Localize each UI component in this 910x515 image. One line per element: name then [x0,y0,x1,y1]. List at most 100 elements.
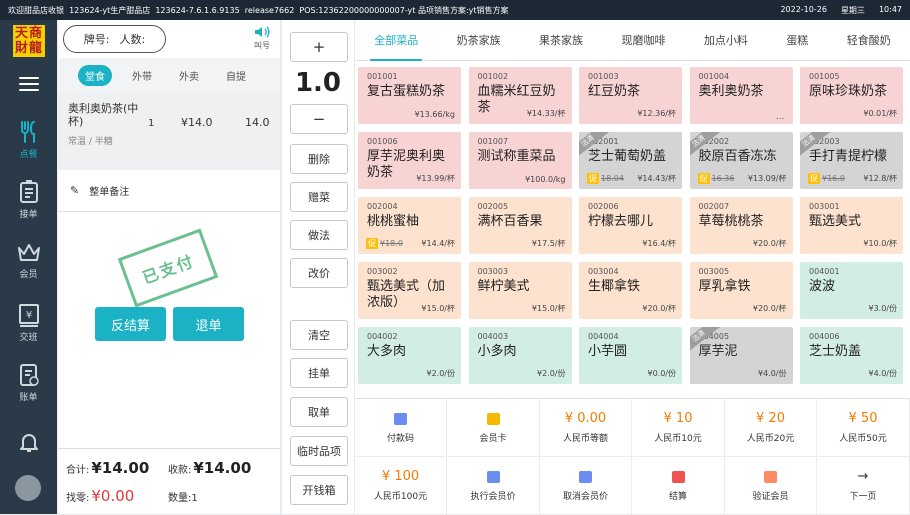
temp-item-button[interactable]: 临时品项 [290,436,348,466]
payment-option[interactable]: 取消会员价 [540,457,632,515]
product-name: 芝士奶盖 [809,344,862,359]
call-number-button[interactable]: 叫号 [254,26,270,51]
product-price: ¥10.0/杯 [863,239,897,248]
table-number-field[interactable]: 牌号: 人数: [63,25,166,53]
product-price: ¥12.8/杯 [863,174,897,183]
product-card[interactable]: 001002 血糯米红豆奶茶 ¥14.33/杯 [468,67,572,124]
product-price: ¥15.0/杯 [531,304,566,313]
payment-option[interactable]: ¥ 100 人民币100元 [355,457,447,515]
payment-option[interactable]: 会员卡 [447,399,540,457]
product-card[interactable]: 003004 生椰拿铁 ¥20.0/杯 [579,262,682,319]
tab-toppings[interactable]: 加点小料 [700,20,752,61]
payment-option[interactable]: ¥ 10 人民币10元 [632,399,725,457]
product-name: 波波 [809,279,836,294]
product-card[interactable]: 001005 原味珍珠奶茶 ¥0.01/杯 [800,67,903,124]
sidebar-item-bill[interactable]: 账单 [0,363,57,411]
table-label: 牌号: [83,33,110,46]
product-card[interactable]: 沽清 002001 芝士葡萄奶盖促 18.04 ¥14.43/杯 [579,132,682,189]
product-card[interactable]: 004004 小芋圆 ¥0.0/份 [579,327,682,384]
clear-button[interactable]: 清空 [290,320,348,350]
order-type-tabs: 堂食 外带 外卖 自提 [58,58,280,92]
change-value: ¥0.00 [91,487,135,505]
hamburger-menu-icon[interactable] [19,77,39,91]
product-card[interactable]: 004002 大多肉 ¥2.0/份 [358,327,461,384]
product-card[interactable]: 002005 满杯百香果 ¥17.5/杯 [468,197,572,254]
product-card[interactable]: 沽清 004005 厚芋泥 ¥4.0/份 [689,327,793,384]
sidebar-item-notify[interactable] [0,430,57,478]
payment-option[interactable]: 结算 [632,457,725,515]
product-card[interactable]: 004001 波波 ¥3.0/份 [800,262,903,319]
retrieve-order-button[interactable]: 取单 [290,397,348,427]
order-line-item[interactable]: 奥利奥奶茶(中杯) 1 ¥14.0 14.0 常温 / 半糖 [58,92,280,170]
payment-option[interactable]: ¥ 20 人民币20元 [725,399,817,457]
item-qty: 1 [148,118,155,129]
payment-option[interactable]: ¥ 0.00 人民币等额 [540,399,632,457]
product-card[interactable]: 004006 芝士奶盖 ¥4.0/份 [800,327,903,384]
product-name: 胶原百香冻冻 [698,149,777,164]
sidebar-item-shift[interactable]: ¥ 交班 [0,303,57,351]
product-card[interactable]: 沽清 002003 手打青提柠檬促 ¥16.0 ¥12.8/杯 [800,132,903,189]
tab-takeaway[interactable]: 外带 [125,65,159,86]
open-drawer-button[interactable]: 开钱箱 [290,475,348,505]
sidebar-nav: 天商 財龍 点餐 接单 会员 ¥ 交班 账单 [0,20,57,514]
sidebar-item-member[interactable]: 会员 [0,242,57,290]
product-card[interactable]: 003002 甄选美式（加浓版） ¥15.0/杯 [358,262,461,319]
product-name: 原味珍珠奶茶 [809,84,888,99]
tab-coffee[interactable]: 现磨咖啡 [617,20,669,61]
refund-button[interactable]: 退单 [173,307,244,341]
qr-pay-icon [394,413,407,425]
tab-milk-tea[interactable]: 奶茶家族 [453,20,505,61]
product-card[interactable]: 001003 红豆奶茶 ¥12.36/杯 [579,67,682,124]
payment-option[interactable]: ¥ 50 人民币50元 [817,399,910,457]
plan-text: 品项销售方案:yt销售方案 [417,5,509,15]
qty-plus-button[interactable]: + [290,32,348,62]
product-card[interactable]: 003003 鲜柠美式 ¥15.0/杯 [468,262,572,319]
tab-delivery[interactable]: 外卖 [172,65,206,86]
verify-member-icon [764,471,777,483]
product-card[interactable]: 001006 厚芋泥奥利奥奶茶 ¥13.99/杯 [358,132,461,189]
tab-cake[interactable]: 蛋糕 [782,20,812,61]
qty-minus-button[interactable]: − [290,104,348,134]
payment-label: 会员卡 [479,434,507,444]
product-card[interactable]: 002007 草莓桃桃茶 ¥20.0/杯 [689,197,793,254]
product-card[interactable]: 001007 测试称重菜品 ¥100.0/kg [468,132,572,189]
shift-icon: ¥ [18,304,39,327]
tab-dine-in[interactable]: 堂食 [78,64,112,86]
reverse-settle-button[interactable]: 反结算 [95,307,166,341]
pos-text: POS:12362200000000007-yt [299,5,416,15]
hold-order-button[interactable]: 挂单 [290,358,348,388]
gift-button[interactable]: 赠菜 [290,182,348,212]
product-card[interactable]: 002004 桃桃蜜柚促 ¥18.0 ¥14.4/杯 [358,197,461,254]
payment-label: 执行会员价 [470,492,516,502]
product-card[interactable]: 003005 厚乳拿铁 ¥20.0/杯 [689,262,793,319]
sidebar-item-receive[interactable]: 接单 [0,180,57,228]
method-button[interactable]: 做法 [290,220,348,250]
brand-logo: 天商 財龍 [13,25,45,57]
payment-amount: ¥ 0.00 [564,411,607,426]
product-price: ¥100.0/kg [525,175,566,184]
payment-option[interactable]: 付款码 [355,399,447,457]
product-card[interactable]: 003001 甄选美式 ¥10.0/杯 [800,197,903,254]
payment-option[interactable]: 执行会员价 [447,457,540,515]
tab-pickup[interactable]: 自提 [219,65,253,86]
order-note-button[interactable]: ✎ 整单备注 [58,170,280,212]
payment-option[interactable]: 验证会员 [725,457,817,515]
product-code: 001001 [367,72,398,81]
product-card[interactable]: 004003 小多肉 ¥2.0/份 [468,327,572,384]
sidebar-item-order[interactable]: 点餐 [0,120,57,168]
product-card[interactable]: 002006 柠檬去哪儿 ¥16.4/杯 [579,197,682,254]
delete-button[interactable]: 删除 [290,144,348,174]
menu-area: 全部菜品 奶茶家族 果茶家族 现磨咖啡 加点小料 蛋糕 轻食酸奶 001001 复… [355,20,910,515]
payment-option[interactable]: → 下一页 [817,457,910,515]
payment-label: 人民币10元 [654,434,702,444]
product-card[interactable]: 001004 奥利奥奶茶... [689,67,793,124]
tab-yogurt[interactable]: 轻食酸奶 [843,20,895,61]
change-price-button[interactable]: 改价 [290,258,348,288]
avatar[interactable] [15,475,41,501]
status-bar: 欢迎甜品店收银 123624-yt生产甜品店 123624-7.6.1.6.91… [0,0,910,20]
tab-all-dishes[interactable]: 全部菜品 [370,20,423,61]
product-name: 手打青提柠檬 [809,149,888,164]
tab-fruit-tea[interactable]: 果茶家族 [535,20,587,61]
product-card[interactable]: 001001 复古蛋糕奶茶 ¥13.66/kg [358,67,461,124]
product-card[interactable]: 沽清 002002 胶原百香冻冻促 16.36 ¥13.09/杯 [689,132,793,189]
